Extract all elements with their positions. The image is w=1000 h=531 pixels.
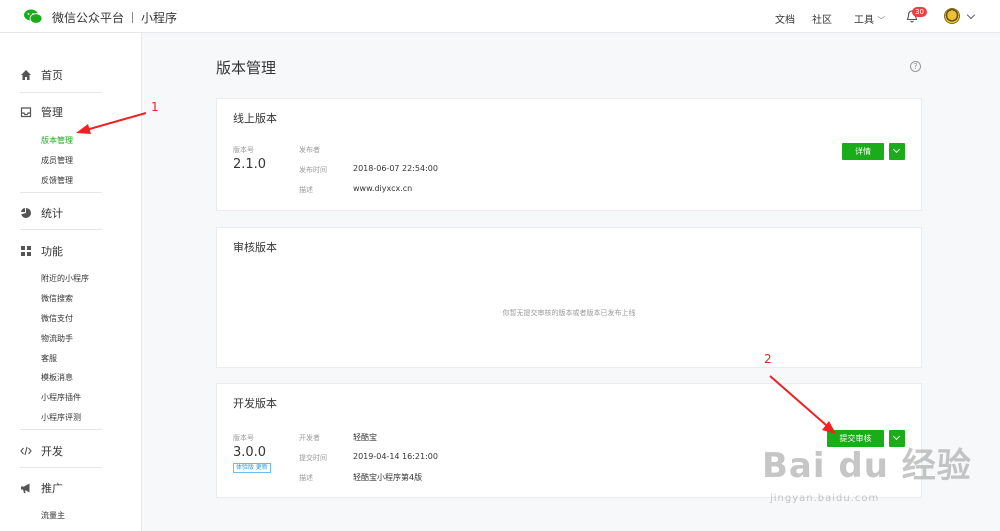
sidebar-section-label: 管理 [41, 106, 63, 119]
sidebar-divider [20, 229, 102, 230]
nav-tools-label: 工具 [854, 15, 874, 26]
publish-time-label: 发布时间 [299, 166, 327, 174]
sidebar-section-label: 开发 [41, 445, 63, 458]
submit-time-value: 2019-04-14 16:21:00 [353, 452, 438, 461]
sidebar-section-stats[interactable]: 统计 [20, 205, 63, 221]
chevron-down-icon[interactable] [966, 10, 976, 20]
platform-name: 微信公众平台 [52, 11, 125, 25]
empty-state-text: 你暂无提交审核的版本或者版本已发布上线 [502, 309, 636, 317]
description-label: 描述 [299, 186, 313, 194]
developer-value: 轻酷宝 [353, 433, 377, 442]
version-number: 3.0.0 [233, 445, 267, 460]
megaphone-icon [21, 483, 30, 493]
chevron-down-icon: ﹀ [877, 16, 886, 25]
sidebar-item-evaluation[interactable]: 小程序评测 [41, 412, 81, 423]
sidebar: 首页 管理 版本管理 成员管理 反馈管理 统计 功能 附近的小程序 微信搜索 微… [0, 33, 142, 531]
publish-time-value: 2018-06-07 22:54:00 [353, 164, 438, 173]
sidebar-section-label: 功能 [41, 245, 63, 258]
page-title: 版本管理 [216, 59, 277, 77]
top-bar: 微信公众平台 小程序 文档 社区 工具 ﹀ 30 [0, 0, 1000, 33]
inbox-icon [20, 107, 32, 118]
sidebar-item-logistics[interactable]: 物流助手 [41, 333, 73, 344]
sidebar-item-label: 首页 [41, 69, 63, 82]
experience-version-tag[interactable]: 体验版 更新 [233, 463, 271, 473]
chevron-down-icon [892, 145, 901, 154]
sidebar-item-plugins[interactable]: 小程序插件 [41, 392, 81, 403]
sidebar-item-template-messages[interactable]: 模板消息 [41, 372, 73, 383]
detail-button[interactable]: 详情 [842, 143, 884, 160]
code-icon [20, 446, 32, 456]
wechat-logo-icon[interactable] [24, 9, 42, 24]
developer-label: 开发者 [299, 434, 320, 442]
product-name: 小程序 [141, 11, 178, 25]
brand-title[interactable]: 微信公众平台 小程序 [52, 9, 177, 26]
sidebar-item-member-management[interactable]: 成员管理 [41, 155, 73, 166]
grid-icon [21, 246, 31, 256]
sidebar-section-label: 统计 [41, 207, 63, 220]
sidebar-item-feedback-management[interactable]: 反馈管理 [41, 175, 73, 186]
sidebar-section-manage[interactable]: 管理 [20, 104, 63, 120]
review-version-card: 审核版本 你暂无提交审核的版本或者版本已发布上线 [216, 227, 922, 368]
online-version-card: 线上版本 版本号 2.1.0 发布者 发布时间 2018-06-07 22:54… [216, 98, 922, 211]
baidu-watermark: Bai du 经验 jingyan.baidu.com [760, 438, 990, 528]
brand-separator [132, 12, 134, 23]
card-title: 开发版本 [233, 397, 277, 410]
pie-chart-icon [21, 207, 32, 218]
sidebar-divider [20, 467, 102, 468]
nav-community-link[interactable]: 社区 [812, 11, 832, 26]
sidebar-item-wechat-search[interactable]: 微信搜索 [41, 293, 73, 304]
sidebar-item-nearby-mini-program[interactable]: 附近的小程序 [41, 273, 89, 284]
sidebar-section-features[interactable]: 功能 [20, 243, 63, 259]
annotation-number-2: 2 [764, 352, 772, 366]
notification-badge: 30 [912, 7, 927, 17]
sidebar-item-traffic-owner[interactable]: 流量主 [41, 510, 65, 521]
sidebar-item-version-management[interactable]: 版本管理 [41, 135, 73, 146]
sidebar-section-promotion[interactable]: 推广 [20, 480, 63, 496]
card-title: 线上版本 [233, 112, 277, 125]
sidebar-section-develop[interactable]: 开发 [20, 443, 63, 459]
nav-docs-link[interactable]: 文档 [775, 11, 795, 26]
nav-tools-menu[interactable]: 工具 ﹀ [854, 11, 885, 26]
home-icon [21, 70, 31, 80]
watermark-url: jingyan.baidu.com [770, 493, 880, 504]
publisher-label: 发布者 [299, 146, 320, 154]
version-label: 版本号 [233, 146, 254, 154]
watermark-logo: Bai du 经验 [762, 446, 972, 486]
sidebar-divider [20, 92, 102, 93]
sidebar-divider [20, 192, 102, 193]
sidebar-divider [20, 429, 102, 430]
annotation-number-1: 1 [151, 100, 159, 114]
sidebar-item-wechat-pay[interactable]: 微信支付 [41, 313, 73, 324]
sidebar-item-home[interactable]: 首页 [20, 67, 63, 83]
help-icon[interactable]: ? [910, 61, 921, 72]
avatar[interactable] [944, 8, 960, 24]
description-label: 描述 [299, 474, 313, 482]
sidebar-section-label: 推广 [41, 482, 63, 495]
version-number: 2.1.0 [233, 157, 267, 172]
description-value: www.diyxcx.cn [353, 184, 413, 193]
card-title: 审核版本 [233, 241, 277, 254]
submit-time-label: 提交时间 [299, 454, 327, 462]
version-label: 版本号 [233, 434, 254, 442]
sidebar-item-customer-service[interactable]: 客服 [41, 353, 57, 364]
description-value: 轻酷宝小程序第4版 [353, 473, 423, 482]
more-actions-dropdown[interactable] [889, 143, 905, 160]
